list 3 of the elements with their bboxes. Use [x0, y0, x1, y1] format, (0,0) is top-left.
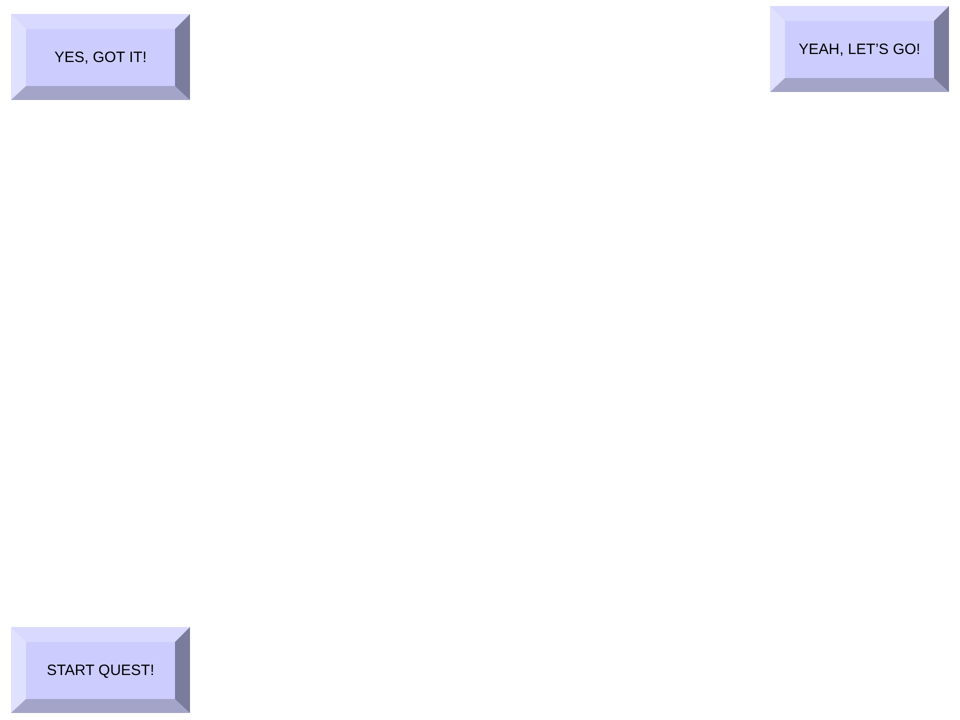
bevel-button[interactable]: START QUEST!: [11, 627, 190, 713]
bevel-button[interactable]: YEAH, LET’S GO!: [770, 6, 949, 92]
bevel-button[interactable]: YES, GOT IT!: [11, 14, 190, 100]
